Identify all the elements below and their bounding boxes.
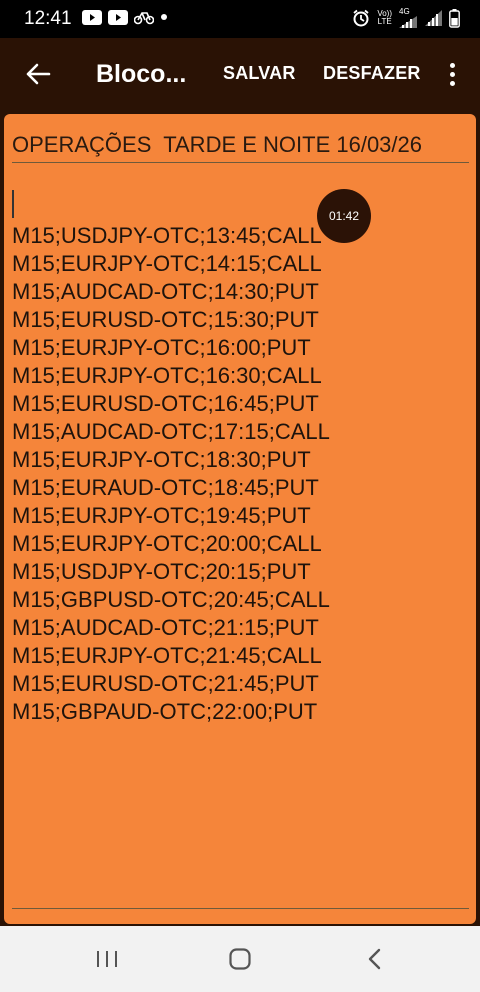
note-line: M15;EURJPY-OTC;18:30;PUT	[12, 447, 311, 472]
note-line: M15;GBPAUD-OTC;22:00;PUT	[12, 699, 318, 724]
note-line: M15;EURJPY-OTC;20:00;CALL	[12, 531, 322, 556]
note-line: M15;EURJPY-OTC;14:15;CALL	[12, 251, 322, 276]
volte-bottom-label: LTE	[377, 17, 392, 26]
note-line: M15;EURJPY-OTC;16:30;CALL	[12, 363, 322, 388]
note-line: M15;AUDCAD-OTC;14:30;PUT	[12, 279, 319, 304]
bottom-divider	[12, 908, 469, 909]
title-divider	[12, 162, 469, 163]
status-right-icons: Vo)) LTE 4G	[352, 8, 460, 28]
timer-badge[interactable]: 01:42	[317, 189, 371, 243]
alarm-icon	[352, 9, 370, 27]
battery-icon	[449, 8, 460, 28]
text-cursor	[12, 190, 14, 218]
volte-icon: Vo)) LTE	[377, 10, 392, 26]
note-line: M15;EURUSD-OTC;15:30;PUT	[12, 307, 319, 332]
app-bar: Bloco... SALVAR DESFAZER	[0, 38, 480, 110]
app-title: Bloco...	[96, 60, 187, 88]
recents-icon	[97, 951, 117, 967]
note-line: M15;EURUSD-OTC;16:45;PUT	[12, 391, 319, 416]
note-line: M15;AUDCAD-OTC;17:15;CALL	[12, 419, 330, 444]
home-icon	[229, 948, 251, 970]
note-line: M15;EURJPY-OTC;21:45;CALL	[12, 643, 322, 668]
signal-icon: 4G	[399, 8, 417, 28]
home-button[interactable]	[220, 943, 260, 975]
save-button[interactable]: SALVAR	[223, 63, 296, 84]
more-dot-icon	[449, 62, 455, 68]
network-type-label: 4G	[399, 7, 410, 16]
note-editor[interactable]: OPERAÇÕES TARDE E NOITE 16/03/26 M15;USD…	[4, 114, 476, 924]
status-bar: 12:41 Vo)) LTE 4G	[0, 0, 480, 38]
youtube-icon	[82, 9, 102, 25]
note-line: M15;AUDCAD-OTC;21:15;PUT	[12, 615, 319, 640]
more-dot-icon	[449, 71, 455, 77]
note-line: M15;EURAUD-OTC;18:45;PUT	[12, 475, 319, 500]
signal-icon	[424, 9, 442, 27]
more-dot-icon	[449, 80, 455, 86]
bike-icon	[134, 9, 154, 25]
status-left-icons	[82, 9, 168, 25]
undo-button[interactable]: DESFAZER	[323, 63, 421, 84]
note-title-field[interactable]: OPERAÇÕES TARDE E NOITE 16/03/26	[12, 132, 422, 158]
note-line: M15;EURJPY-OTC;16:00;PUT	[12, 335, 311, 360]
status-time: 12:41	[24, 8, 72, 29]
note-line: M15;GBPUSD-OTC;20:45;CALL	[12, 587, 330, 612]
note-body[interactable]: M15;USDJPY-OTC;13:45;CALL M15;EURJPY-OTC…	[12, 222, 330, 726]
note-line: M15;EURUSD-OTC;21:45;PUT	[12, 671, 319, 696]
note-line: M15;EURJPY-OTC;19:45;PUT	[12, 503, 311, 528]
chevron-left-icon	[368, 948, 381, 970]
note-line: M15;USDJPY-OTC;20:15;PUT	[12, 559, 311, 584]
navigation-bar	[0, 926, 480, 992]
back-button[interactable]	[18, 54, 58, 94]
note-line: M15;USDJPY-OTC;13:45;CALL	[12, 223, 322, 248]
dot-icon	[160, 13, 168, 21]
more-options-button[interactable]	[440, 56, 464, 92]
system-back-button[interactable]	[355, 943, 395, 975]
arrow-left-icon	[26, 63, 51, 85]
youtube-icon	[108, 9, 128, 25]
recents-button[interactable]	[87, 943, 127, 975]
